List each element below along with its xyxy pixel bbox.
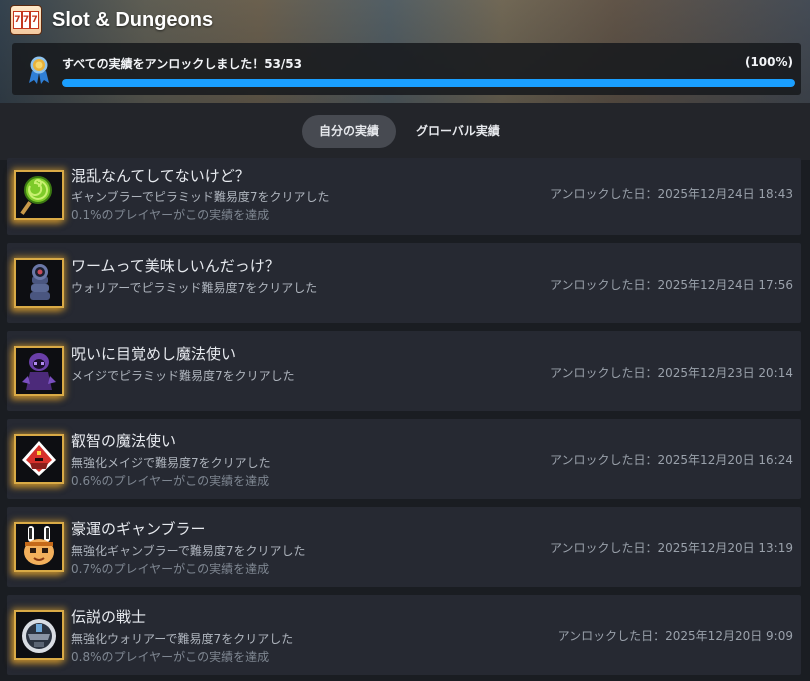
progress-panel: すべての実績をアンロックしました！53/53 (100%)	[12, 43, 801, 95]
achievement-title: ワームって美味しいんだっけ？	[71, 257, 280, 275]
reel-2: 7	[21, 11, 31, 29]
reel-3: 7	[30, 11, 40, 29]
game-title: Slot & Dungeons	[52, 8, 214, 31]
achievement-description: 無強化メイジで難易度7をクリアした	[71, 456, 271, 470]
achievement-unlock-date: アンロックした日：2025年12月20日 13:19	[550, 541, 793, 555]
tab-bar: 自分の実績 グローバル実績	[0, 103, 810, 160]
achievement-unlock-date: アンロックした日：2025年12月24日 18:43	[550, 187, 793, 201]
achievement-title: 豪運のギャンブラー	[71, 520, 206, 538]
achievement-description: ギャンブラーでピラミッド難易度7をクリアした	[71, 190, 330, 204]
title-row: 7 7 7 Slot & Dungeons	[10, 4, 213, 36]
achievement-list: 混乱なんてしてないけど？ ギャンブラーでピラミッド難易度7をクリアした 0.1%…	[0, 158, 810, 681]
progress-bar-fill	[62, 79, 795, 87]
achievement-row[interactable]: 豪運のギャンブラー 無強化ギャンブラーで難易度7をクリアした 0.7%のプレイヤ…	[7, 507, 801, 587]
slot-machine-777-icon: 7 7 7	[10, 5, 42, 35]
green-lollipop-icon	[14, 170, 64, 220]
achievement-unlock-date: アンロックした日：2025年12月20日 16:24	[550, 453, 793, 467]
achievement-title: 混乱なんてしてないけど？	[71, 167, 250, 185]
achievement-row[interactable]: 呪いに目覚めし魔法使い メイジでピラミッド難易度7をクリアした アンロックした日…	[7, 331, 801, 411]
medal-icon	[29, 56, 49, 84]
achievement-description: 無強化ギャンブラーで難易度7をクリアした	[71, 544, 306, 558]
bunny-gambler-icon	[14, 522, 64, 572]
achievement-unlock-date: アンロックした日：2025年12月24日 17:56	[550, 278, 793, 292]
achievement-row[interactable]: 叡智の魔法使い 無強化メイジで難易度7をクリアした 0.6%のプレイヤーがこの実…	[7, 419, 801, 499]
achievements-page: 7 7 7 Slot & Dungeons すべての実績をアンロックしました！5…	[0, 0, 810, 681]
achievement-row[interactable]: ワームって美味しいんだっけ？ ウォリアーでピラミッド難易度7をクリアした アンロ…	[7, 243, 801, 323]
worm-icon	[14, 258, 64, 308]
achievement-row[interactable]: 伝説の戦士 無強化ウォリアーで難易度7をクリアした 0.8%のプレイヤーがこの実…	[7, 595, 801, 675]
tab-my-achievements[interactable]: 自分の実績	[302, 115, 396, 148]
game-header: 7 7 7 Slot & Dungeons すべての実績をアンロックしました！5…	[0, 0, 810, 103]
tab-global-achievements[interactable]: グローバル実績	[403, 115, 513, 148]
achievement-unlock-date: アンロックした日：2025年12月23日 20:14	[550, 366, 793, 380]
achievement-unlock-date: アンロックした日：2025年12月20日 9:09	[557, 629, 793, 643]
achievement-rarity: 0.1%のプレイヤーがこの実績を達成	[71, 208, 270, 222]
wizard-hat-icon	[14, 434, 64, 484]
achievement-rarity: 0.7%のプレイヤーがこの実績を達成	[71, 562, 270, 576]
achievement-rarity: 0.6%のプレイヤーがこの実績を達成	[71, 474, 270, 488]
achievement-rarity: 0.8%のプレイヤーがこの実績を達成	[71, 650, 270, 664]
achievement-title: 呪いに目覚めし魔法使い	[71, 345, 237, 363]
achievement-description: ウォリアーでピラミッド難易度7をクリアした	[71, 281, 318, 295]
achievement-row[interactable]: 混乱なんてしてないけど？ ギャンブラーでピラミッド難易度7をクリアした 0.1%…	[7, 158, 801, 235]
cursed-mage-icon	[14, 346, 64, 396]
progress-bar	[62, 79, 795, 87]
achievement-description: メイジでピラミッド難易度7をクリアした	[71, 369, 295, 383]
achievement-title: 伝説の戦士	[71, 608, 147, 626]
achievement-title: 叡智の魔法使い	[71, 432, 177, 450]
reel-1: 7	[13, 11, 22, 29]
progress-percent: (100%)	[744, 55, 793, 69]
knight-helmet-icon	[14, 610, 64, 660]
progress-label: すべての実績をアンロックしました！53/53	[62, 57, 302, 71]
achievement-description: 無強化ウォリアーで難易度7をクリアした	[71, 632, 294, 646]
